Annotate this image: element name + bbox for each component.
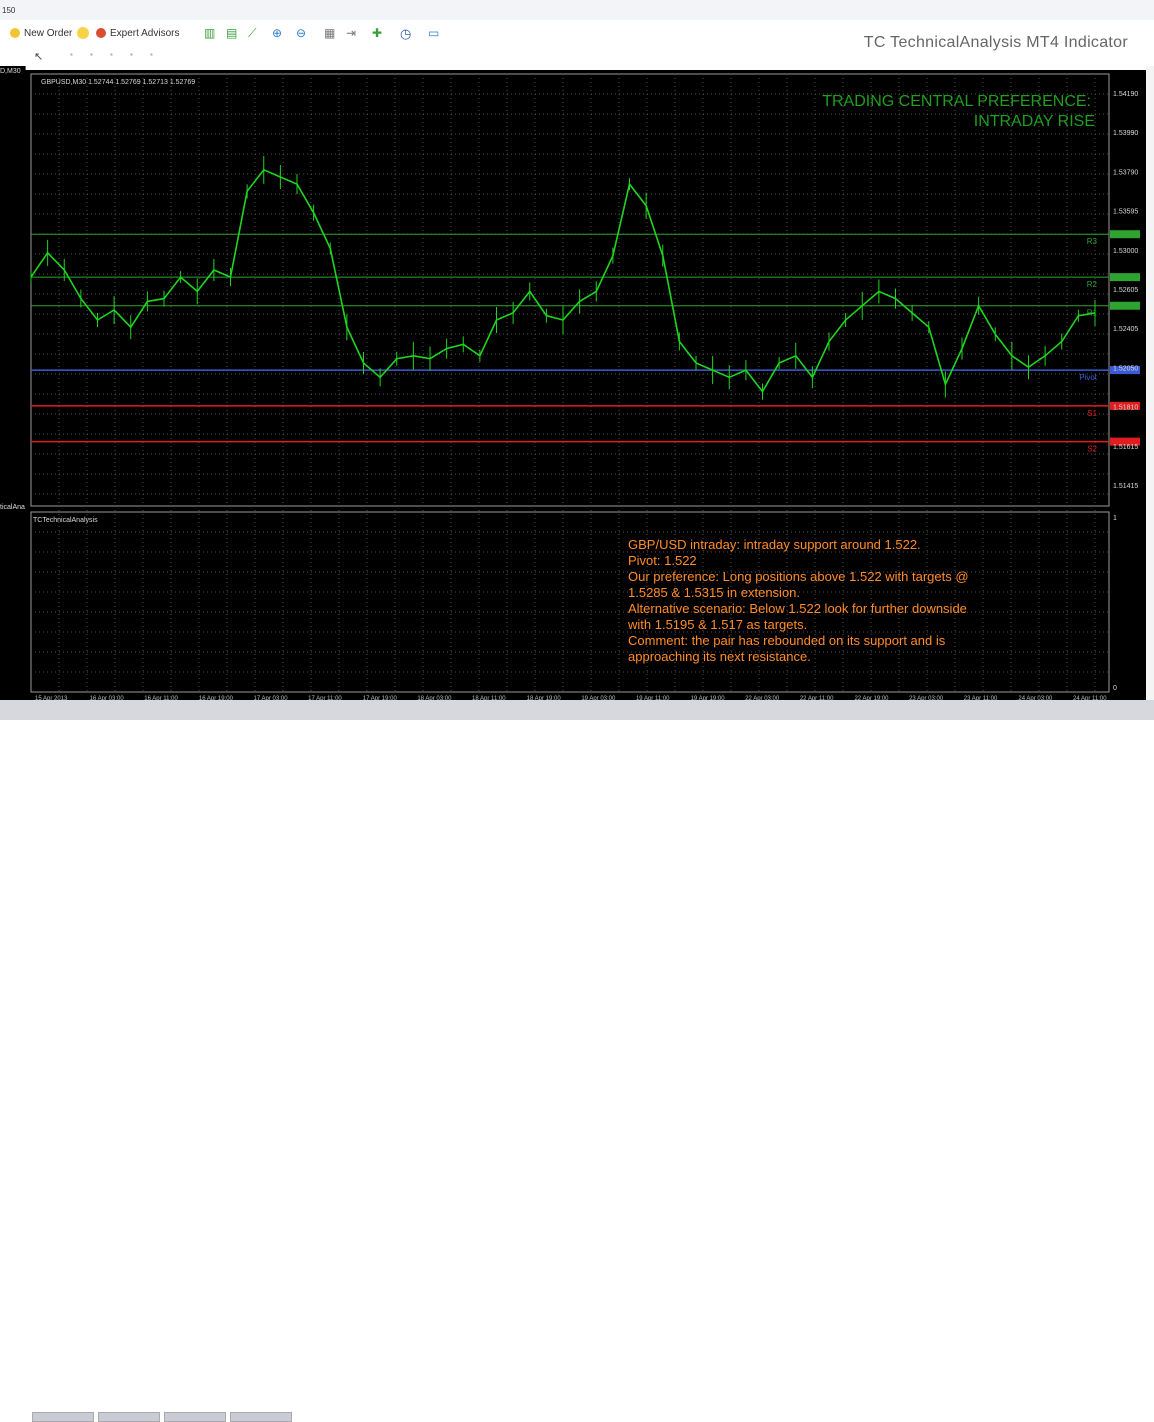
subwindow-scale-top: 1 <box>1113 515 1117 522</box>
timeframe-m1-icon[interactable]: ▪ <box>70 50 84 64</box>
cursor-icon[interactable]: ↖ <box>34 50 48 64</box>
chart-header: GBPUSD,M30 1.52744 1.52769 1.52713 1.527… <box>41 79 195 86</box>
commentary-line: Alternative scenario: Below 1.522 look f… <box>628 601 967 616</box>
chart-tab[interactable] <box>32 1412 94 1422</box>
navigator-strip: D,M30 ticalAna <box>0 66 26 700</box>
expert-advisors-button[interactable]: Expert Advisors <box>96 25 179 41</box>
commentary-line: Pivot: 1.522 <box>628 553 697 568</box>
timeframe-m5-icon[interactable]: ▪ <box>90 50 104 64</box>
level-price-tag-r1 <box>1110 301 1140 310</box>
sidebar-fragment-top: D,M30 <box>0 68 21 75</box>
level-label-pivot: Pivot <box>1079 373 1098 382</box>
bar-chart-icon[interactable]: ▥ <box>204 26 218 40</box>
auto-scroll-icon[interactable]: ⇥ <box>346 26 360 40</box>
chart-tab[interactable] <box>98 1412 160 1422</box>
price-tick-label: 1.53990 <box>1113 130 1138 137</box>
periods-icon[interactable]: ◷ <box>400 26 414 41</box>
indicator-title: TC TechnicalAnalysis MT4 Indicator <box>863 34 1128 51</box>
chart-window[interactable]: GBPUSD,M30 1.52744 1.52769 1.52713 1.527… <box>25 70 1146 700</box>
commentary-line: GBP/USD intraday: intraday support aroun… <box>628 537 921 552</box>
chart-tab[interactable] <box>230 1412 292 1422</box>
price-tick-label: 1.51415 <box>1113 483 1138 490</box>
subwindow-label: TCTechnicalAnalysis <box>33 517 98 524</box>
commentary-line: approaching its next resistance. <box>628 649 811 664</box>
price-chart[interactable]: GBPUSD,M30 1.52744 1.52769 1.52713 1.527… <box>25 70 1146 700</box>
expert-advisors-icon <box>96 28 106 38</box>
level-price-tag-r2 <box>1110 273 1140 282</box>
timeframe-h1-icon[interactable]: ▪ <box>150 50 164 64</box>
preference-value: INTRADAY RISE <box>974 113 1095 130</box>
price-tick-label: 1.52405 <box>1113 326 1138 333</box>
price-tick-label: 1.52050 <box>1113 365 1138 372</box>
expert-advisors-label: Expert Advisors <box>110 27 180 39</box>
new-order-button[interactable]: New Order <box>10 25 72 41</box>
price-tick-label: 1.53595 <box>1113 209 1138 216</box>
new-order-icon <box>10 28 20 38</box>
timeframe-m15-icon[interactable]: ▪ <box>110 50 124 64</box>
price-tick-label: 1.54190 <box>1113 91 1138 98</box>
preference-heading: TRADING CENTRAL PREFERENCE: <box>822 93 1091 110</box>
price-tick-label: 1.52605 <box>1113 287 1138 294</box>
level-price-tag-r3 <box>1110 230 1140 239</box>
price-tick-label: 1.51615 <box>1113 444 1138 451</box>
price-tick-label: 1.53790 <box>1113 169 1138 176</box>
chart-tab[interactable] <box>164 1412 226 1422</box>
commentary-line: Our preference: Long positions above 1.5… <box>628 569 969 584</box>
autotrading-icon[interactable] <box>76 26 90 40</box>
subwindow-scale-bottom: 0 <box>1113 685 1117 692</box>
title-bar: 150 <box>0 0 1154 20</box>
new-order-label: New Order <box>24 27 73 39</box>
timeframe-m30-icon[interactable]: ▪ <box>130 50 144 64</box>
level-label-s2: S2 <box>1087 445 1097 454</box>
zoom-in-icon[interactable]: ⊕ <box>272 26 286 40</box>
indicators-icon[interactable]: ✚ <box>372 26 386 40</box>
price-tick-label: 1.51810 <box>1113 405 1138 412</box>
status-bar <box>0 700 1154 1422</box>
commentary-line: Comment: the pair has rebounded on its s… <box>628 633 946 648</box>
commentary-line: 1.5285 & 1.5315 in extension. <box>628 585 800 600</box>
tile-windows-icon[interactable]: ▦ <box>324 26 338 40</box>
zoom-out-icon[interactable]: ⊖ <box>296 26 310 40</box>
candlestick-icon[interactable]: ▤ <box>226 26 240 40</box>
level-label-r3: R3 <box>1087 237 1098 246</box>
sidebar-fragment-bottom: ticalAna <box>0 504 25 511</box>
level-label-r2: R2 <box>1087 280 1098 289</box>
level-label-s1: S1 <box>1087 409 1097 418</box>
window-symbol-fragment: 150 <box>2 6 16 15</box>
line-chart-icon[interactable]: ⟋ <box>248 26 262 40</box>
price-tick-label: 1.53000 <box>1113 248 1138 255</box>
templates-icon[interactable]: ▭ <box>428 26 442 40</box>
window-edge <box>1146 66 1154 706</box>
commentary-line: with 1.5195 & 1.517 as targets. <box>627 617 807 632</box>
